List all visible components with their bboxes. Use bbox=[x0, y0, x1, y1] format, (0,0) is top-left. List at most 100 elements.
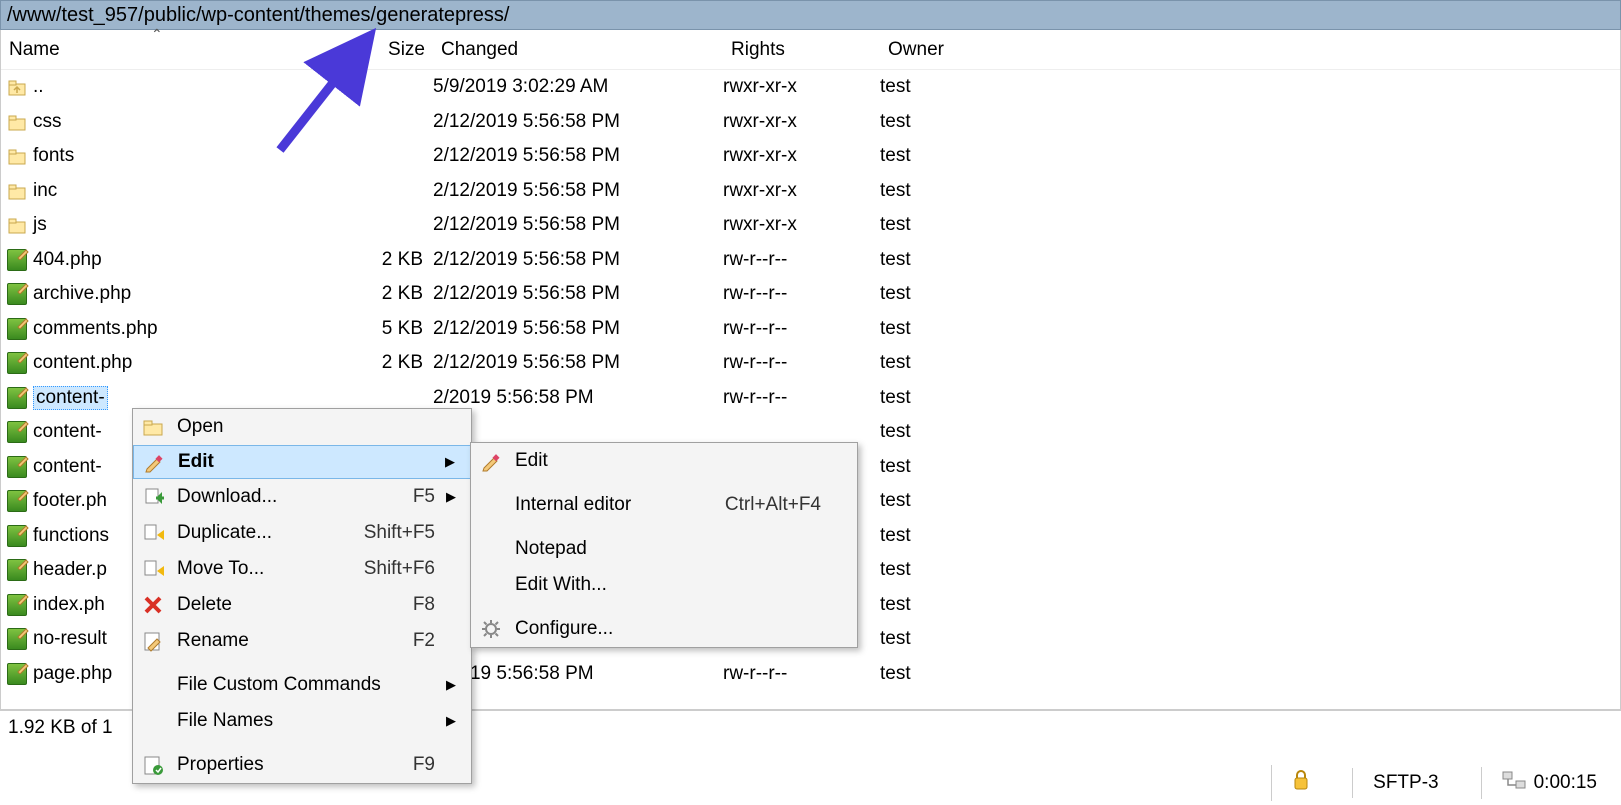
column-headers: Name ⌃ Size Changed Rights Owner bbox=[1, 30, 1620, 70]
folder-icon bbox=[7, 146, 27, 166]
menu-item-properties[interactable]: PropertiesF9 bbox=[133, 747, 471, 783]
file-row[interactable]: fonts2/12/2019 5:56:58 PMrwxr-xr-xtest bbox=[1, 139, 1620, 174]
file-row[interactable]: inc2/12/2019 5:56:58 PMrwxr-xr-xtest bbox=[1, 174, 1620, 209]
status-encryption[interactable] bbox=[1271, 765, 1330, 801]
status-connection[interactable]: 0:00:15 bbox=[1481, 767, 1617, 799]
menu-item-label: File Names bbox=[177, 710, 435, 732]
status-protocol[interactable]: SFTP-3 bbox=[1352, 768, 1458, 798]
menu-item-move-to[interactable]: Move To... Shift+F6 bbox=[133, 551, 471, 587]
remote-path-text: /www/test_957/public/wp-content/themes/g… bbox=[7, 4, 510, 26]
file-changed: 2/12/2019 5:56:58 PM bbox=[433, 145, 723, 167]
menu-item-label: Delete bbox=[177, 594, 373, 616]
menu-item-shortcut: F2 bbox=[413, 630, 435, 652]
col-header-owner[interactable]: Owner bbox=[880, 35, 1000, 65]
menu-item-label: Move To... bbox=[177, 558, 324, 580]
file-name: js bbox=[33, 214, 47, 236]
gear-icon bbox=[477, 618, 505, 640]
file-owner: test bbox=[880, 525, 1000, 547]
pencil-icon bbox=[140, 451, 168, 473]
file-owner: test bbox=[880, 421, 1000, 443]
remote-path-bar[interactable]: /www/test_957/public/wp-content/themes/g… bbox=[0, 0, 1621, 30]
file-row[interactable]: comments.php5 KB2/12/2019 5:56:58 PMrw-r… bbox=[1, 312, 1620, 347]
folder-icon bbox=[7, 215, 27, 235]
file-size: 5 KB bbox=[361, 318, 433, 340]
php-icon bbox=[7, 250, 27, 270]
php-icon bbox=[7, 664, 27, 684]
submenu-arrow-icon: ▶ bbox=[444, 454, 456, 470]
file-changed: 2/12/2019 5:56:58 PM bbox=[433, 249, 723, 271]
file-name: inc bbox=[33, 180, 57, 202]
menu-item-label: Edit bbox=[178, 451, 434, 473]
menu-item-shortcut: Shift+F6 bbox=[364, 558, 435, 580]
menu-item-edit-with[interactable]: Edit With... bbox=[471, 567, 857, 603]
file-row[interactable]: archive.php2 KB2/12/2019 5:56:58 PMrw-r-… bbox=[1, 277, 1620, 312]
menu-item-shortcut: F5 bbox=[413, 486, 435, 508]
php-icon bbox=[7, 284, 27, 304]
file-name: footer.ph bbox=[33, 490, 107, 512]
php-icon bbox=[7, 319, 27, 339]
php-icon bbox=[7, 422, 27, 442]
menu-item-duplicate[interactable]: Duplicate...Shift+F5 bbox=[133, 515, 471, 551]
submenu-arrow-icon: ▶ bbox=[445, 489, 457, 505]
file-owner: test bbox=[880, 456, 1000, 478]
menu-item-file-names[interactable]: File Names▶ bbox=[133, 703, 471, 739]
file-rights: rw-r--r-- bbox=[723, 352, 880, 374]
folder-open-icon bbox=[139, 416, 167, 438]
menu-item-label: Edit With... bbox=[515, 574, 821, 596]
file-changed: 2/12/2019 5:56:58 PM bbox=[433, 111, 723, 133]
file-name: no-result bbox=[33, 628, 107, 650]
file-row[interactable]: css2/12/2019 5:56:58 PMrwxr-xr-xtest bbox=[1, 105, 1620, 140]
file-changed: 2/12/2019 5:56:58 PM bbox=[433, 180, 723, 202]
rename-icon bbox=[139, 630, 167, 652]
file-row[interactable]: 404.php2 KB2/12/2019 5:56:58 PMrw-r--r--… bbox=[1, 243, 1620, 278]
file-changed: 5/9/2019 3:02:29 AM bbox=[433, 76, 723, 98]
context-menu-main: Open Edit ▶ Download... F5 ▶ Duplicate...Shift… bbox=[132, 408, 472, 784]
file-changed: 2/2019 5:56:58 PM bbox=[433, 663, 723, 685]
menu-item-edit[interactable]: Edit ▶ bbox=[133, 445, 471, 479]
submenu-arrow-icon: ▶ bbox=[445, 677, 457, 693]
menu-item-file-custom-commands[interactable]: File Custom Commands▶ bbox=[133, 667, 471, 703]
php-icon bbox=[7, 629, 27, 649]
php-icon bbox=[7, 388, 27, 408]
menu-item-internal-editor[interactable]: Internal editorCtrl+Alt+F4 bbox=[471, 487, 857, 523]
status-bar: SFTP-3 0:00:15 bbox=[1271, 765, 1617, 801]
file-name: archive.php bbox=[33, 283, 131, 305]
file-owner: test bbox=[880, 628, 1000, 650]
col-header-rights[interactable]: Rights bbox=[723, 35, 880, 65]
menu-item-download[interactable]: Download... F5 ▶ bbox=[133, 479, 471, 515]
file-row[interactable]: js2/12/2019 5:56:58 PMrwxr-xr-xtest bbox=[1, 208, 1620, 243]
menu-item-edit[interactable]: Edit bbox=[471, 443, 857, 479]
menu-item-label: Rename bbox=[177, 630, 373, 652]
menu-item-rename[interactable]: Rename F2 bbox=[133, 623, 471, 659]
menu-item-label: Configure... bbox=[515, 618, 821, 640]
menu-item-label: Download... bbox=[177, 486, 373, 508]
file-owner: test bbox=[880, 594, 1000, 616]
file-name: comments.php bbox=[33, 318, 158, 340]
lock-icon bbox=[1292, 769, 1310, 797]
php-icon bbox=[7, 595, 27, 615]
col-header-changed[interactable]: Changed bbox=[433, 35, 723, 65]
file-rights: rw-r--r-- bbox=[723, 249, 880, 271]
menu-item-delete[interactable]: Delete F8 bbox=[133, 587, 471, 623]
menu-item-configure[interactable]: Configure... bbox=[471, 611, 857, 647]
menu-item-open[interactable]: Open bbox=[133, 409, 471, 445]
file-size: 2 KB bbox=[361, 283, 433, 305]
menu-item-label: Properties bbox=[177, 754, 373, 776]
file-row[interactable]: ..5/9/2019 3:02:29 AMrwxr-xr-xtest bbox=[1, 70, 1620, 105]
moveto-icon bbox=[139, 558, 167, 580]
file-changed: 2/12/2019 5:56:58 PM bbox=[433, 352, 723, 374]
file-name: .. bbox=[33, 76, 44, 98]
delete-icon bbox=[139, 594, 167, 616]
file-owner: test bbox=[880, 352, 1000, 374]
file-rights: rwxr-xr-x bbox=[723, 76, 880, 98]
menu-item-notepad[interactable]: Notepad bbox=[471, 531, 857, 567]
file-rights: rw-r--r-- bbox=[723, 318, 880, 340]
menu-item-shortcut: F8 bbox=[413, 594, 435, 616]
file-changed: 2/2019 5:56:58 PM bbox=[433, 387, 723, 409]
file-name: index.ph bbox=[33, 594, 105, 616]
file-row[interactable]: content.php2 KB2/12/2019 5:56:58 PMrw-r-… bbox=[1, 346, 1620, 381]
file-rights: rw-r--r-- bbox=[723, 387, 880, 409]
php-icon bbox=[7, 353, 27, 373]
menu-item-shortcut: Ctrl+Alt+F4 bbox=[725, 494, 821, 516]
file-changed: 2/12/2019 5:56:58 PM bbox=[433, 214, 723, 236]
